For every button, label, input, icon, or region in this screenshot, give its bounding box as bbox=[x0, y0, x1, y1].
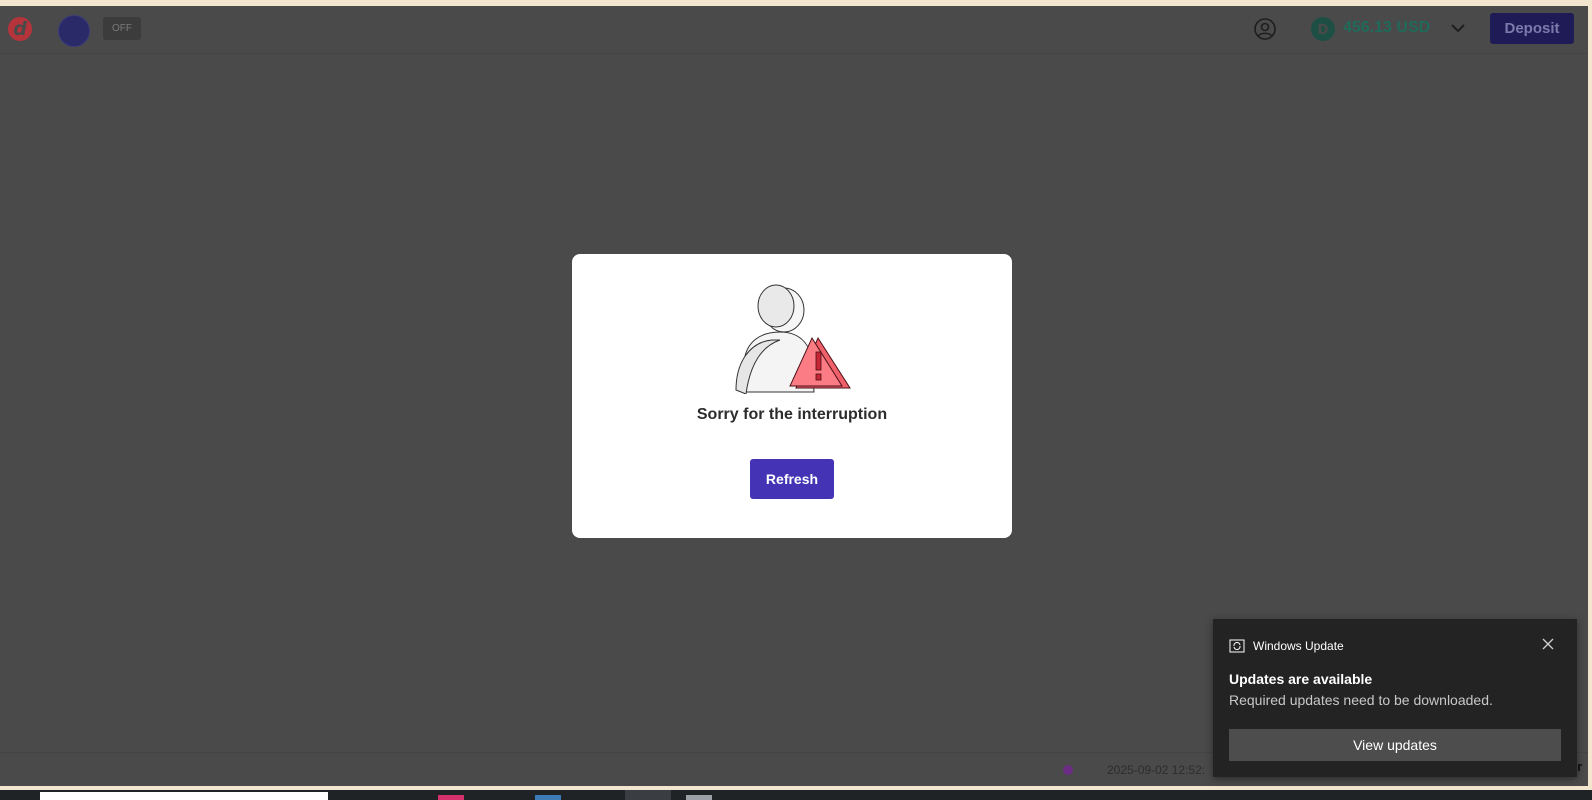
svg-text:D: D bbox=[1318, 23, 1329, 38]
notification-body: Required updates need to be downloaded. bbox=[1229, 692, 1493, 708]
timestamp: 2025-09-02 12:52: bbox=[1107, 763, 1206, 777]
taskbar bbox=[0, 790, 1592, 800]
view-updates-button[interactable]: View updates bbox=[1229, 729, 1561, 761]
error-dialog: Sorry for the interruption Refresh bbox=[572, 254, 1012, 538]
app-logo-icon[interactable]: d bbox=[8, 17, 32, 41]
taskbar-search[interactable] bbox=[40, 792, 328, 800]
windows-update-icon bbox=[1229, 639, 1245, 653]
dialog-title: Sorry for the interruption bbox=[696, 406, 888, 423]
notification-app-name: Windows Update bbox=[1253, 639, 1344, 653]
user-warning-icon bbox=[735, 284, 851, 394]
refresh-button[interactable]: Refresh bbox=[750, 459, 834, 499]
taskbar-app-active[interactable] bbox=[625, 790, 671, 800]
off-toggle[interactable]: OFF bbox=[103, 17, 141, 40]
user-circle-icon[interactable] bbox=[1253, 17, 1277, 41]
status-indicator bbox=[1063, 765, 1073, 775]
deposit-button[interactable]: Deposit bbox=[1490, 13, 1574, 44]
taskbar-app[interactable] bbox=[686, 795, 712, 800]
notification-title: Updates are available bbox=[1229, 671, 1373, 687]
taskbar-app[interactable] bbox=[535, 795, 561, 800]
coin-icon: D bbox=[1311, 17, 1335, 41]
close-icon[interactable] bbox=[1540, 636, 1556, 652]
taskbar-app[interactable] bbox=[438, 795, 464, 800]
balance-amount[interactable]: 456.13 USD bbox=[1343, 19, 1430, 37]
avatar[interactable] bbox=[58, 15, 90, 47]
windows-update-notification: Windows Update Updates are available Req… bbox=[1213, 619, 1577, 777]
top-bar: d OFF D 456.13 USD Deposit bbox=[0, 6, 1588, 54]
chevron-down-icon[interactable] bbox=[1450, 20, 1466, 36]
